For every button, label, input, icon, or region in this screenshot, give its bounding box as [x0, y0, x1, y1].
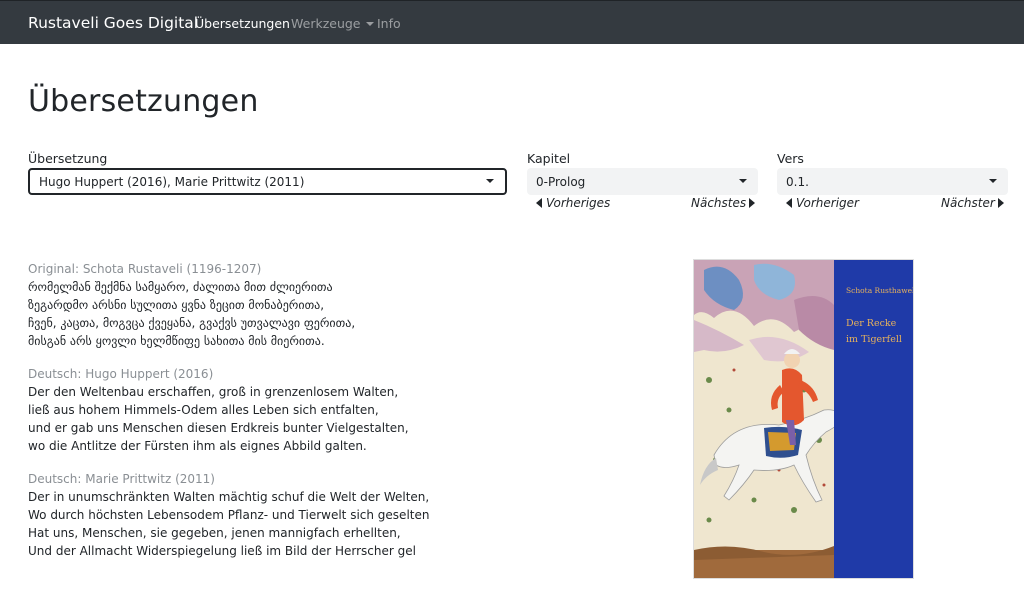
verse-line: ჩვენ, კაცთა, მოგვცა ქვეყანა, გვაქვს უთვა… [28, 316, 356, 330]
verse-line: რომელმან შექმნა სამყარო, ძალითა მით ძლიე… [28, 280, 333, 294]
huppert-source-label: Deutsch: Hugo Huppert (2016) [28, 367, 214, 381]
verse-select-value: 0.1. [786, 174, 809, 189]
verse-line: ließ aus hohem Himmels-Odem alles Leben … [28, 403, 379, 417]
caret-down-icon [486, 179, 494, 183]
chapter-select[interactable]: 0-Prolog [527, 168, 758, 195]
translation-select-value: Hugo Huppert (2016), Marie Prittwitz (20… [39, 174, 305, 189]
triangle-left-icon [536, 198, 542, 208]
page-title: Übersetzungen [28, 84, 259, 119]
book-cover-image: Schota Rusthaweli Der Recke im Tigerfell [693, 259, 914, 579]
verse-line: Der den Weltenbau erschaffen, groß in gr… [28, 385, 399, 399]
chapter-next-link[interactable]: Nächstes [691, 196, 756, 210]
prittwitz-text-block: Deutsch: Marie Prittwitz (2011) Der in u… [28, 470, 648, 560]
chapter-select-value: 0-Prolog [536, 174, 586, 189]
brand-link[interactable]: Rustaveli Goes Digital [28, 14, 198, 32]
verse-line: Der in unumschränkten Walten mächtig sch… [28, 490, 430, 504]
nav-link-tools[interactable]: Werkzeuge [291, 16, 374, 31]
cover-title-line-1: Der Recke [846, 318, 897, 329]
verse-line: wo die Antlitze der Fürsten ihm als eign… [28, 439, 367, 453]
nav-link-translations[interactable]: Übersetzungen [195, 16, 290, 31]
verse-line: Hat uns, Menschen, sie gegeben, jenen ma… [28, 526, 401, 540]
cover-title-line-2: im Tigerfell [846, 334, 902, 345]
nav-link-tools-label: Werkzeuge [291, 16, 361, 31]
top-navbar: Rustaveli Goes Digital Übersetzungen Wer… [0, 0, 1024, 44]
chapter-label: Kapitel [527, 151, 571, 166]
nav-link-info[interactable]: Info [377, 16, 401, 31]
chapter-prev-link[interactable]: Vorheriges [536, 196, 610, 210]
cover-author-text: Schota Rusthaweli [846, 286, 914, 295]
chapter-next-label: Nächstes [691, 196, 747, 210]
verse-line: მისგან არს ყოვლი ხელმწიფე სახითა მის მიე… [28, 334, 325, 348]
verse-prev-link[interactable]: Vorheriger [786, 196, 859, 210]
caret-down-icon [989, 179, 997, 183]
book-cover-illustration: Schota Rusthaweli Der Recke im Tigerfell [694, 260, 914, 578]
verse-prev-label: Vorheriger [796, 196, 859, 210]
caret-down-icon [739, 179, 747, 183]
verse-label: Vers [777, 151, 804, 166]
original-text-block: Original: Schota Rustaveli (1196-1207) რ… [28, 260, 648, 350]
triangle-right-icon [997, 198, 1004, 208]
verse-next-label: Nächster [941, 196, 995, 210]
verse-line: Und der Allmacht Widerspiegelung ließ im… [28, 544, 416, 558]
huppert-text-block: Deutsch: Hugo Huppert (2016) Der den Wel… [28, 365, 648, 455]
triangle-left-icon [786, 198, 792, 208]
verse-line: und er gab uns Menschen diesen Erdkreis … [28, 421, 409, 435]
translation-label: Übersetzung [28, 151, 108, 166]
translation-select[interactable]: Hugo Huppert (2016), Marie Prittwitz (20… [28, 168, 507, 195]
verse-line: Wo durch höchsten Lebensodem Pflanz- und… [28, 508, 430, 522]
chapter-prev-label: Vorheriges [546, 196, 611, 210]
prittwitz-source-label: Deutsch: Marie Prittwitz (2011) [28, 472, 215, 486]
chevron-down-icon [365, 21, 374, 26]
verse-select[interactable]: 0.1. [777, 168, 1008, 195]
verse-next-link[interactable]: Nächster [941, 196, 1004, 210]
triangle-right-icon [749, 198, 756, 208]
original-source-label: Original: Schota Rustaveli (1196-1207) [28, 262, 262, 276]
verse-line: ზეგარდმო არსნი სულითა ყვნა ზეცით მონაბერ… [28, 298, 325, 312]
